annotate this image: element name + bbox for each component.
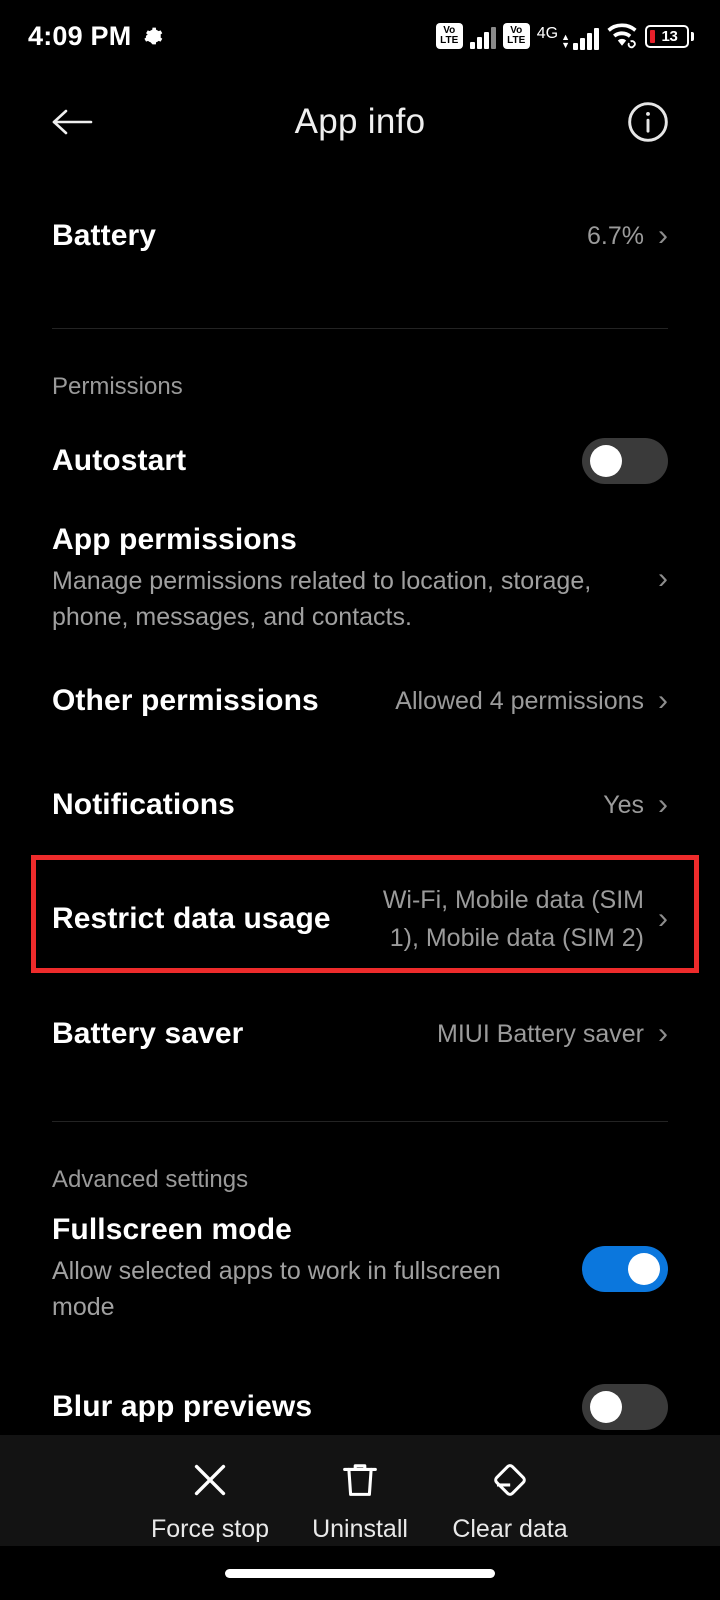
navigation-bar bbox=[0, 1546, 720, 1600]
battery-low-fill bbox=[650, 29, 655, 43]
app-bar: App info bbox=[0, 72, 720, 172]
row-app-permissions-title: App permissions bbox=[52, 523, 297, 556]
close-x-icon bbox=[194, 1464, 226, 1496]
section-label-permissions: Permissions bbox=[52, 373, 183, 400]
row-autostart-title: Autostart bbox=[52, 444, 187, 477]
app-details-button[interactable] bbox=[622, 96, 674, 148]
wifi-icon bbox=[606, 23, 638, 49]
data-arrows-icon: ▲ ▼ bbox=[561, 31, 570, 50]
battery-level-label: 13 bbox=[661, 27, 678, 45]
row-battery-value: 6.7% bbox=[587, 222, 644, 250]
force-stop-button[interactable]: Force stop bbox=[135, 1457, 285, 1544]
row-other-permissions-title: Other permissions bbox=[52, 684, 319, 717]
status-bar: 4:09 PM Vo LTE Vo LTE 4G ▲ ▼ 13 bbox=[0, 0, 720, 72]
section-divider-bottom bbox=[52, 1121, 668, 1122]
blur-app-previews-toggle[interactable] bbox=[582, 1384, 668, 1430]
row-notifications-title: Notifications bbox=[52, 788, 235, 821]
battery-icon: 13 bbox=[645, 24, 694, 48]
row-notifications-value: Yes bbox=[603, 791, 644, 819]
row-other-permissions-value: Allowed 4 permissions bbox=[395, 687, 644, 715]
row-restrict-data-usage-value: Wi-Fi, Mobile data (SIM 1), Mobile data … bbox=[382, 886, 644, 952]
status-time: 4:09 PM bbox=[28, 20, 132, 51]
row-notifications[interactable]: Notifications Yes › bbox=[0, 753, 720, 857]
gear-icon bbox=[143, 26, 163, 46]
clear-data-button[interactable]: Clear data bbox=[435, 1457, 585, 1544]
row-fullscreen-mode-title: Fullscreen mode bbox=[52, 1213, 292, 1246]
uninstall-button[interactable]: Uninstall bbox=[285, 1457, 435, 1544]
trash-icon bbox=[343, 1464, 377, 1496]
row-battery-saver-value: MIUI Battery saver bbox=[437, 1020, 644, 1048]
fullscreen-mode-toggle[interactable] bbox=[582, 1246, 668, 1292]
chevron-right-icon: › bbox=[658, 788, 668, 821]
uninstall-label: Uninstall bbox=[312, 1515, 408, 1543]
row-autostart[interactable]: Autostart bbox=[0, 413, 720, 509]
chevron-right-icon: › bbox=[658, 902, 668, 935]
eraser-icon bbox=[494, 1464, 526, 1496]
chevron-right-icon: › bbox=[658, 562, 668, 595]
settings-list: Battery 6.7% › Permissions Autostart App… bbox=[0, 176, 720, 1462]
row-app-permissions[interactable]: App permissions Manage permissions relat… bbox=[0, 509, 720, 649]
row-battery-title: Battery bbox=[52, 219, 157, 252]
network-type-indicator: 4G ▲ ▼ bbox=[537, 23, 599, 50]
chevron-right-icon: › bbox=[658, 219, 668, 252]
row-fullscreen-mode[interactable]: Fullscreen mode Allow selected apps to w… bbox=[0, 1204, 720, 1334]
row-battery[interactable]: Battery 6.7% › bbox=[0, 176, 720, 296]
chevron-right-icon: › bbox=[658, 1017, 668, 1050]
row-restrict-data-usage-title: Restrict data usage bbox=[52, 902, 331, 935]
home-indicator[interactable] bbox=[225, 1568, 495, 1578]
autostart-toggle[interactable] bbox=[582, 438, 668, 484]
info-circle-icon bbox=[628, 102, 668, 142]
status-bar-left: 4:09 PM bbox=[28, 21, 163, 52]
row-other-permissions[interactable]: Other permissions Allowed 4 permissions … bbox=[0, 649, 720, 753]
force-stop-label: Force stop bbox=[150, 1515, 270, 1543]
section-label-advanced: Advanced settings bbox=[52, 1166, 249, 1193]
clear-data-label: Clear data bbox=[452, 1515, 568, 1543]
row-blur-app-previews-title: Blur app previews bbox=[52, 1390, 313, 1423]
status-bar-right: Vo LTE Vo LTE 4G ▲ ▼ 13 bbox=[435, 23, 694, 50]
signal-bars-sim2 bbox=[573, 24, 599, 50]
back-button[interactable] bbox=[40, 90, 104, 154]
volte-icon-sim1: Vo LTE bbox=[435, 23, 463, 49]
app-info-screen: 4:09 PM Vo LTE Vo LTE 4G ▲ ▼ 13 App info… bbox=[0, 0, 720, 1600]
volte-icon-sim2: Vo LTE bbox=[502, 23, 530, 49]
chevron-right-icon: › bbox=[658, 684, 668, 717]
row-restrict-data-usage[interactable]: Restrict data usage Wi-Fi, Mobile data (… bbox=[0, 857, 720, 981]
signal-bars-sim1 bbox=[469, 23, 496, 49]
section-divider-top bbox=[52, 328, 668, 329]
row-battery-saver[interactable]: Battery saver MIUI Battery saver › bbox=[0, 981, 720, 1087]
page-title: App info bbox=[294, 102, 426, 141]
network-type-label: 4G bbox=[536, 24, 559, 42]
back-arrow-icon bbox=[52, 109, 93, 135]
row-fullscreen-mode-subtitle: Allow selected apps to work in fullscree… bbox=[52, 1257, 501, 1321]
row-app-permissions-subtitle: Manage permissions related to location, … bbox=[52, 567, 592, 631]
row-battery-saver-title: Battery saver bbox=[52, 1017, 244, 1050]
